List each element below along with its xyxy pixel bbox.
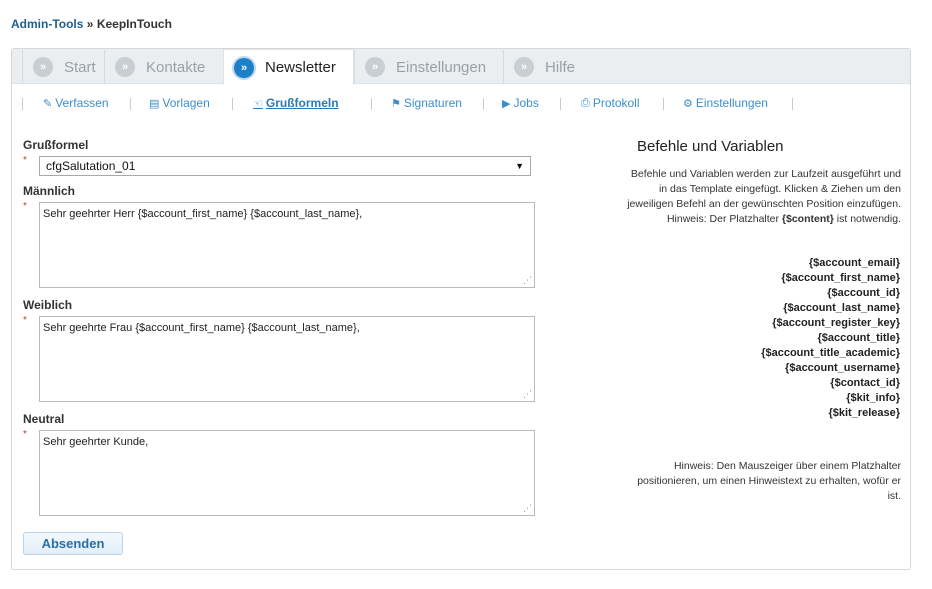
sidebar-description: Befehle und Variablen werden zur Laufzei…: [626, 167, 901, 227]
tab-hilfe[interactable]: » Hilfe: [503, 50, 603, 84]
resize-grip-icon[interactable]: ⋰: [523, 389, 532, 400]
sidebar-description-text-end: ist notwendig.: [836, 213, 901, 225]
variable-item[interactable]: {$contact_id}: [761, 376, 900, 391]
male-textarea-value: Sehr geehrter Herr {$account_first_name}…: [43, 208, 363, 220]
subnav-label: Verfassen: [55, 96, 109, 110]
required-marker: *: [23, 315, 27, 326]
main-panel: » Start » Kontakte » Newsletter » Einste…: [11, 48, 911, 570]
edit-icon: ✎: [43, 97, 53, 110]
male-label: Männlich: [23, 184, 76, 198]
tab-label: Kontakte: [146, 58, 206, 76]
subnav-jobs[interactable]: ▶ Jobs: [502, 96, 539, 110]
salutation-select[interactable]: cfgSalutation_01 ▼: [39, 156, 531, 176]
hand-icon: ☜: [253, 97, 263, 110]
breadcrumb-root-link[interactable]: Admin-Tools: [11, 17, 83, 31]
gears-icon: ⚙: [683, 97, 693, 110]
subnav-grussformeln[interactable]: ☜ Grußformeln: [253, 96, 339, 110]
salutation-select-value: cfgSalutation_01: [46, 159, 136, 173]
template-icon: ▤: [149, 97, 160, 110]
chevron-right-icon: »: [365, 57, 385, 77]
salutation-label: Grußformel: [23, 138, 89, 152]
variable-item[interactable]: {$account_email}: [761, 256, 900, 271]
print-icon: ⎙: [581, 96, 590, 109]
submit-button[interactable]: Absenden: [23, 532, 123, 555]
tab-bar: » Start » Kontakte » Newsletter » Einste…: [12, 49, 910, 85]
divider: [371, 98, 372, 110]
breadcrumb-separator: »: [86, 17, 94, 31]
sidebar-title: Befehle und Variablen: [637, 138, 784, 155]
divider: [792, 98, 793, 110]
variable-item[interactable]: {$account_first_name}: [761, 271, 900, 286]
neutral-label: Neutral: [23, 412, 65, 426]
subnav-protokoll[interactable]: ⎙ Protokoll: [581, 96, 640, 110]
variable-item[interactable]: {$account_title}: [761, 331, 900, 346]
variable-item[interactable]: {$account_username}: [761, 361, 900, 376]
subnav-signaturen[interactable]: ⚑ Signaturen: [391, 96, 462, 110]
variable-item[interactable]: {$kit_release}: [761, 406, 900, 421]
subnav-label: Einstellungen: [695, 96, 768, 110]
female-textarea[interactable]: Sehr geehrte Frau {$account_first_name} …: [39, 316, 535, 402]
play-icon: ▶: [502, 97, 511, 110]
bookmark-icon: ⚑: [391, 97, 401, 110]
subnav-label: Jobs: [513, 96, 539, 110]
divider: [232, 98, 233, 110]
divider: [560, 98, 561, 110]
divider: [22, 98, 23, 110]
subnav-label: Signaturen: [403, 96, 462, 110]
subnav-label: Vorlagen: [162, 96, 210, 110]
required-marker: *: [23, 155, 27, 166]
sub-navigation: ✎ Verfassen ▤ Vorlagen ☜ Grußformeln ⚑ S…: [12, 93, 910, 115]
chevron-right-icon: »: [234, 57, 254, 78]
variable-item[interactable]: {$account_title_academic}: [761, 346, 900, 361]
content-placeholder: {$content}: [781, 213, 834, 225]
sidebar-hint: Hinweis: Den Mauszeiger über einem Platz…: [637, 460, 901, 502]
resize-grip-icon[interactable]: ⋰: [523, 275, 532, 286]
subnav-label: Protokoll: [592, 96, 640, 110]
subnav-verfassen[interactable]: ✎ Verfassen: [43, 96, 109, 110]
male-textarea[interactable]: Sehr geehrter Herr {$account_first_name}…: [39, 202, 535, 288]
divider: [663, 98, 664, 110]
tab-label: Newsletter: [265, 59, 336, 76]
breadcrumb-current: KeepInTouch: [96, 17, 172, 31]
neutral-textarea[interactable]: Sehr geehrter Kunde, ⋰: [39, 430, 535, 516]
neutral-textarea-value: Sehr geehrter Kunde,: [43, 436, 149, 448]
tab-kontakte[interactable]: » Kontakte: [104, 50, 223, 84]
variable-item[interactable]: {$account_register_key}: [761, 316, 900, 331]
divider: [130, 98, 131, 110]
subnav-label: Grußformeln: [265, 96, 339, 110]
variable-list: {$account_email} {$account_first_name} {…: [761, 256, 900, 421]
required-marker: *: [23, 201, 27, 212]
required-marker: *: [23, 429, 27, 440]
variable-item[interactable]: {$kit_info}: [761, 391, 900, 406]
female-label: Weiblich: [23, 298, 73, 312]
subnav-einstellungen[interactable]: ⚙ Einstellungen: [683, 96, 768, 110]
chevron-down-icon: ▼: [515, 161, 524, 171]
chevron-right-icon: »: [514, 57, 534, 77]
variable-item[interactable]: {$account_id}: [761, 286, 900, 301]
tab-label: Einstellungen: [396, 58, 487, 76]
female-textarea-value: Sehr geehrte Frau {$account_first_name} …: [43, 322, 360, 334]
chevron-right-icon: »: [115, 57, 135, 77]
variable-item[interactable]: {$account_last_name}: [761, 301, 900, 316]
chevron-right-icon: »: [33, 57, 53, 77]
tab-einstellungen[interactable]: » Einstellungen: [354, 50, 503, 84]
tab-label: Start: [64, 58, 96, 76]
subnav-vorlagen[interactable]: ▤ Vorlagen: [149, 96, 210, 110]
tab-newsletter[interactable]: » Newsletter: [223, 49, 354, 85]
divider: [483, 98, 484, 110]
resize-grip-icon[interactable]: ⋰: [523, 503, 532, 514]
tab-label: Hilfe: [545, 58, 576, 76]
breadcrumb: Admin-Tools » KeepInTouch: [11, 17, 172, 31]
